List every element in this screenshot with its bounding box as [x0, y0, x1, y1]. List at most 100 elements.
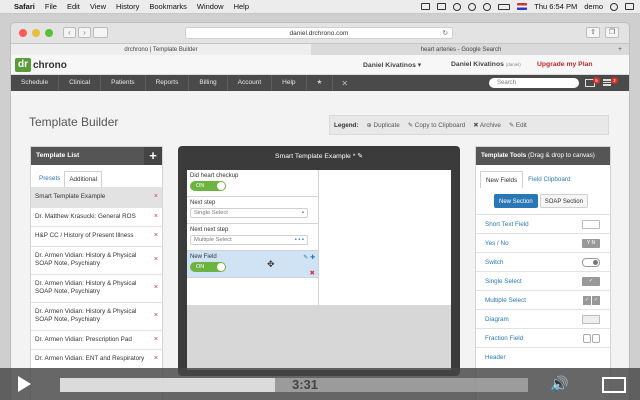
sidebar-toggle-icon[interactable]: [93, 27, 108, 38]
soap-section-button[interactable]: SOAP Section: [539, 194, 588, 208]
tool-label: Yes / No: [485, 240, 509, 247]
nav-account[interactable]: Account: [228, 75, 273, 91]
menu-history[interactable]: History: [116, 2, 139, 11]
nav-reports[interactable]: Reports: [146, 75, 190, 91]
tool-fraction-field[interactable]: Fraction Field: [476, 328, 610, 347]
on-toggle[interactable]: ON: [190, 262, 226, 272]
template-item[interactable]: Dr. Armen Vidian: History & Physical SOA…: [31, 273, 162, 302]
new-section-button[interactable]: New Section: [494, 194, 538, 208]
fullscreen-icon[interactable]: [602, 377, 626, 393]
template-item-label: Dr. Armen Vidian: History & Physical SOA…: [35, 279, 137, 296]
delete-icon[interactable]: ×: [154, 256, 158, 265]
tool-header[interactable]: Header: [476, 347, 610, 366]
nav-clinical[interactable]: Clinical: [59, 75, 102, 91]
menu-bookmarks[interactable]: Bookmarks: [149, 2, 187, 11]
delete-icon[interactable]: ×: [154, 312, 158, 321]
field-next-step[interactable]: Next step Single Select •: [187, 197, 318, 224]
nav-patients[interactable]: Patients: [101, 75, 146, 91]
minimize-window-icon[interactable]: [32, 29, 40, 37]
tool-diagram[interactable]: Diagram: [476, 309, 610, 328]
spotlight-icon[interactable]: [610, 2, 618, 11]
canvas-grid[interactable]: Did heart checkup ON Next step Single Se…: [187, 170, 451, 370]
delete-icon[interactable]: ×: [154, 355, 158, 364]
delete-field-icon[interactable]: ✖: [310, 269, 315, 277]
clock[interactable]: Thu 6:54 PM: [534, 2, 577, 11]
user-menu[interactable]: Daniel Kivatinos ▾: [363, 61, 421, 69]
template-tools-header: Template Tools (Drag & drop to canvas): [476, 147, 610, 165]
notification-icon[interactable]: [625, 3, 634, 10]
nav-help[interactable]: Help: [272, 75, 307, 91]
nav-schedule[interactable]: Schedule: [11, 75, 60, 91]
single-select-box[interactable]: Single Select •: [190, 208, 308, 218]
canvas-empty-area: [187, 305, 451, 370]
edit-title-icon[interactable]: ✎: [357, 153, 363, 160]
multiple-select-box[interactable]: Multiple Select • • •: [190, 235, 308, 245]
menu-icon[interactable]: [603, 79, 611, 86]
template-item[interactable]: Smart Template Example ×: [31, 187, 162, 207]
template-item[interactable]: Dr. Armen Vidian: History & Physical SOA…: [31, 301, 162, 330]
flag-icon[interactable]: [517, 3, 528, 10]
play-icon[interactable]: [18, 376, 31, 392]
tools-icon[interactable]: ✕: [341, 79, 348, 88]
tool-single-select[interactable]: Single Select ✓: [476, 271, 610, 290]
menubar-user[interactable]: demo: [584, 2, 603, 11]
field-new-field[interactable]: New Field ON ✥ ✎ ✚ ✖: [187, 251, 318, 278]
canvas-title[interactable]: Smart Template Example * ✎: [178, 146, 460, 166]
nav-billing[interactable]: Billing: [189, 75, 228, 91]
menu-edit[interactable]: Edit: [67, 2, 80, 11]
menu-window[interactable]: Window: [197, 2, 224, 11]
template-item[interactable]: Dr. Armen Vidian: ENT and Respiratory ×: [31, 349, 162, 369]
tab-additional[interactable]: Additional: [64, 171, 103, 187]
search-input[interactable]: Search: [489, 78, 579, 88]
tool-switch[interactable]: Switch: [476, 252, 610, 271]
close-window-icon[interactable]: [19, 29, 27, 37]
menu-file[interactable]: File: [45, 2, 57, 11]
tool-short-text-field[interactable]: Short Text Field: [476, 214, 610, 233]
tab-field-clipboard[interactable]: Field Clipboard: [523, 171, 575, 188]
forward-button[interactable]: ›: [78, 27, 91, 38]
field-did-heart-checkup[interactable]: Did heart checkup ON: [187, 170, 318, 197]
tab-template-builder[interactable]: drchrono | Template Builder: [11, 43, 311, 55]
upgrade-plan-link[interactable]: Upgrade my Plan: [537, 61, 593, 68]
share-icon[interactable]: ⇧: [586, 27, 600, 38]
template-item[interactable]: Dr. Armen Vidian: Prescription Pad ×: [31, 329, 162, 350]
battery-icon[interactable]: [498, 3, 511, 10]
back-button[interactable]: ‹: [63, 27, 76, 38]
field-next-next-step[interactable]: Next next step Multiple Select • • •: [187, 224, 318, 251]
tool-multiple-select[interactable]: Multiple Select ✓ ✓: [476, 290, 610, 309]
menu-help[interactable]: Help: [234, 2, 249, 11]
reload-icon[interactable]: ↻: [443, 28, 448, 39]
wifi-icon[interactable]: [468, 2, 477, 11]
template-item[interactable]: Dr. Armen Vidian: History & Physical SOA…: [31, 245, 162, 274]
drchrono-logo[interactable]: dr chrono: [15, 58, 67, 72]
template-item[interactable]: H&P CC / History of Present Illness ×: [31, 226, 162, 246]
delete-icon[interactable]: ×: [154, 336, 158, 345]
add-template-button[interactable]: +: [144, 147, 162, 165]
screen-icon[interactable]: [421, 3, 431, 10]
camera-icon[interactable]: [437, 3, 447, 10]
delete-icon[interactable]: ×: [154, 213, 158, 222]
volume-icon[interactable]: 🔊: [550, 377, 572, 393]
address-bar[interactable]: daniel.drchrono.com ↻: [185, 27, 453, 39]
account-name[interactable]: Daniel Kivatinos (daniel): [451, 61, 521, 68]
tabs-overview-icon[interactable]: ❐: [605, 27, 619, 38]
delete-icon[interactable]: ×: [154, 232, 158, 241]
delete-icon[interactable]: ×: [154, 193, 158, 202]
tab-google-search[interactable]: heart arteries - Google Search: [311, 43, 611, 55]
tool-yes-no[interactable]: Yes / No Y N: [476, 233, 610, 252]
delete-icon[interactable]: ×: [154, 284, 158, 293]
text-field-icon: [582, 220, 600, 229]
volume-icon[interactable]: [483, 2, 492, 11]
zoom-window-icon[interactable]: [45, 29, 53, 37]
menu-app[interactable]: Safari: [14, 2, 35, 11]
template-item[interactable]: Dr. Matthew Krasucki: General ROS ×: [31, 206, 162, 227]
menu-view[interactable]: View: [90, 2, 106, 11]
new-tab-button[interactable]: +: [611, 43, 629, 55]
field-edit-icons[interactable]: ✎ ✚: [303, 254, 315, 261]
on-toggle[interactable]: ON: [190, 181, 226, 191]
tab-new-fields[interactable]: New Fields: [480, 171, 524, 188]
canvas-title-text: Smart Template Example *: [275, 153, 356, 160]
sync-icon[interactable]: [453, 2, 462, 11]
tab-presets[interactable]: Presets: [35, 171, 64, 187]
favorites-icon[interactable]: ★: [307, 75, 334, 91]
